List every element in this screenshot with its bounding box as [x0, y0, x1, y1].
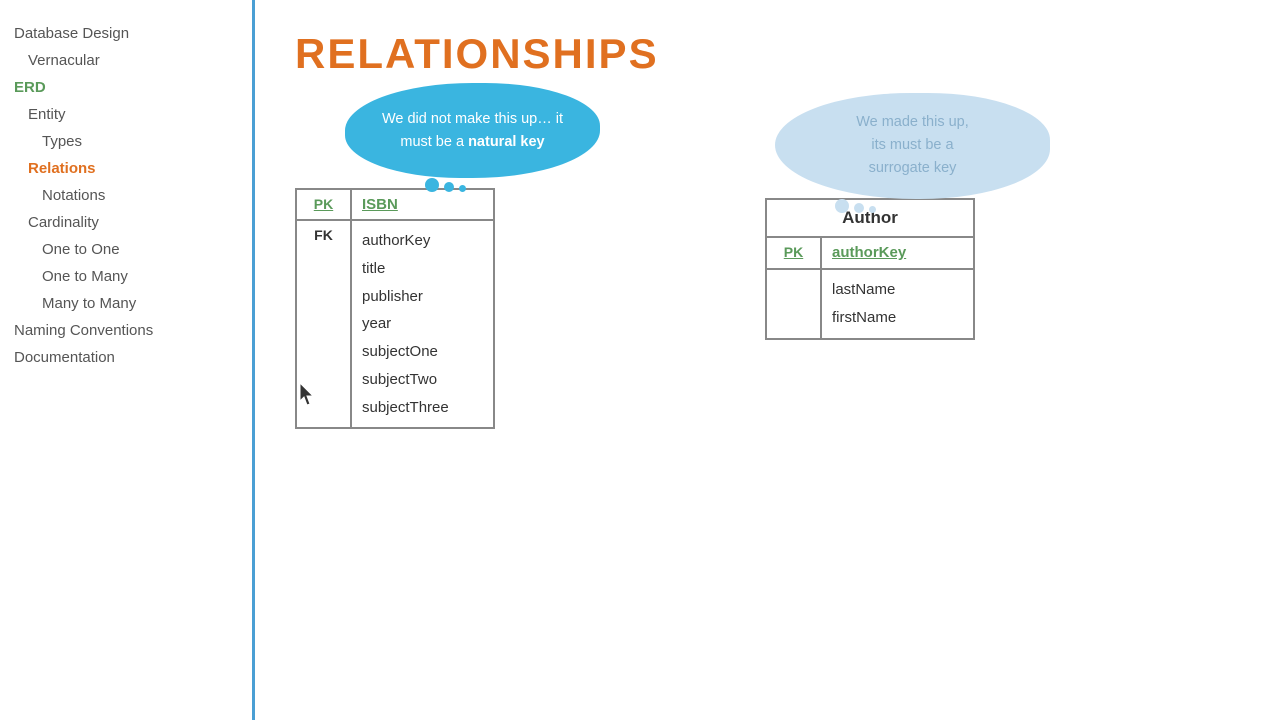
natural-key-text: We did not make this up… it must be a na…: [369, 108, 576, 153]
surrogate-key-bubble: We made this up, its must be a surrogate…: [775, 93, 1060, 199]
author-fields-col: lastName firstName: [822, 270, 973, 338]
field-publisher: publisher: [362, 283, 483, 311]
book-table-container: We did not make this up… it must be a na…: [295, 188, 495, 429]
author-pk-value: authorKey: [822, 238, 973, 268]
field-lastname: lastName: [832, 276, 963, 304]
author-pk-label: PK: [767, 238, 822, 268]
sidebar-item-naming-conventions[interactable]: Naming Conventions: [10, 317, 242, 344]
field-subjectone: subjectOne: [362, 338, 483, 366]
natural-key-bubble-body: We did not make this up… it must be a na…: [345, 83, 600, 178]
surrogate-key-text-3: surrogate key: [869, 157, 957, 180]
surrogate-key-text-2: its must be a: [871, 134, 953, 157]
field-subjecttwo: subjectTwo: [362, 366, 483, 394]
author-data-pk-col: [767, 270, 822, 338]
book-table-header-row: PK ISBN: [297, 190, 493, 221]
sidebar-item-relations[interactable]: Relations: [10, 155, 242, 182]
sidebar-item-database-design[interactable]: Database Design: [10, 20, 242, 47]
sidebar: Database Design Vernacular ERD Entity Ty…: [0, 0, 255, 720]
book-fields-col: authorKey title publisher year subjectOn…: [352, 221, 493, 427]
page-title: RELATIONSHIPS: [295, 30, 1240, 78]
sidebar-item-notations[interactable]: Notations: [10, 182, 242, 209]
field-subjectthree: subjectThree: [362, 394, 483, 422]
field-authorkey: authorKey: [362, 227, 483, 255]
book-pk-label: PK: [297, 190, 352, 219]
cursor: [300, 383, 318, 410]
sidebar-item-one-to-many[interactable]: One to Many: [10, 263, 242, 290]
sidebar-item-entity[interactable]: Entity: [10, 101, 242, 128]
book-table-data-rows: FK authorKey title publisher year subjec…: [297, 221, 493, 427]
book-table: PK ISBN FK authorKey title publisher yea…: [295, 188, 495, 429]
sidebar-item-many-to-many[interactable]: Many to Many: [10, 290, 242, 317]
surrogate-key-text-1: We made this up,: [856, 111, 969, 134]
field-firstname: firstName: [832, 304, 963, 332]
sidebar-item-erd[interactable]: ERD: [10, 74, 242, 101]
sidebar-item-one-to-one[interactable]: One to One: [10, 236, 242, 263]
field-title: title: [362, 255, 483, 283]
sidebar-item-documentation[interactable]: Documentation: [10, 344, 242, 371]
natural-key-bubble: We did not make this up… it must be a na…: [345, 83, 615, 178]
author-table: Author PK authorKey lastName firstName: [765, 198, 975, 340]
sidebar-item-cardinality[interactable]: Cardinality: [10, 209, 242, 236]
book-isbn-value: ISBN: [352, 190, 493, 219]
author-table-data-rows: lastName firstName: [767, 270, 973, 338]
tables-area: We did not make this up… it must be a na…: [295, 108, 1240, 429]
author-table-container: We made this up, its must be a surrogate…: [765, 198, 975, 340]
author-table-header-row: PK authorKey: [767, 238, 973, 270]
surrogate-key-bubble-body: We made this up, its must be a surrogate…: [775, 93, 1050, 199]
main-content: RELATIONSHIPS We did not make this up… i…: [255, 0, 1280, 720]
sidebar-item-vernacular[interactable]: Vernacular: [10, 47, 242, 74]
sidebar-item-types[interactable]: Types: [10, 128, 242, 155]
field-year: year: [362, 310, 483, 338]
